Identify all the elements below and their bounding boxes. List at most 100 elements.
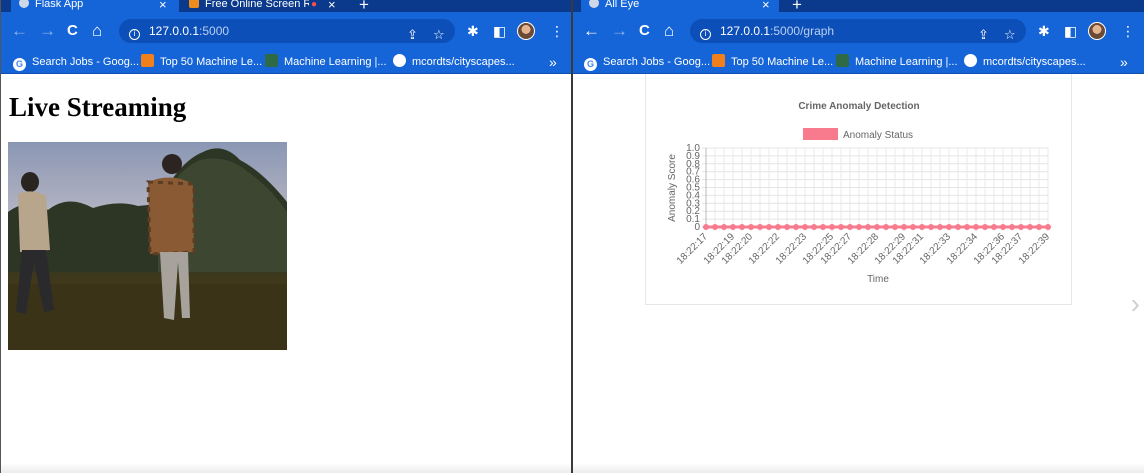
close-tab-icon[interactable]: ×	[762, 0, 770, 12]
close-tab-icon[interactable]: ×	[328, 0, 336, 12]
address-bar[interactable]: i 127.0.0.1:5000/graph ⇪ ☆	[690, 19, 1026, 43]
data-point[interactable]	[748, 224, 754, 230]
data-point[interactable]	[703, 224, 709, 230]
data-point[interactable]	[955, 224, 961, 230]
page-title: Live Streaming	[9, 92, 187, 122]
data-point[interactable]	[784, 224, 790, 230]
x-axis-label: Time	[867, 274, 889, 285]
tab-title: All Eye	[605, 0, 640, 10]
data-point[interactable]	[964, 224, 970, 230]
data-point[interactable]	[838, 224, 844, 230]
close-tab-icon[interactable]: ×	[159, 0, 167, 12]
more-bookmarks-icon[interactable]: »	[549, 54, 557, 70]
data-point[interactable]	[847, 224, 853, 230]
bookmark-cityscapes[interactable]: mcordts/cityscapes...	[964, 54, 1086, 70]
profile-avatar[interactable]	[517, 22, 535, 40]
forward-icon[interactable]: →	[39, 21, 56, 41]
bookmark-top-50-ml[interactable]: Top 50 Machine Le...	[712, 54, 833, 70]
menu-icon[interactable]: ⋮	[1121, 22, 1135, 40]
chart-card: Crime Anomaly Detection Anomaly Status 0…	[645, 74, 1072, 305]
data-point[interactable]	[865, 224, 871, 230]
data-point[interactable]	[1036, 224, 1042, 230]
data-point[interactable]	[829, 224, 835, 230]
google-icon: G	[584, 58, 597, 71]
data-point[interactable]	[775, 224, 781, 230]
profile-avatar[interactable]	[1088, 22, 1106, 40]
bookmark-search-jobs[interactable]: G Search Jobs - Goog...	[584, 54, 710, 71]
data-point[interactable]	[946, 224, 952, 230]
sidebar-icon[interactable]: ◧	[493, 22, 506, 40]
share-icon[interactable]: ⇪	[978, 23, 989, 47]
extensions-icon[interactable]: ✱	[467, 22, 479, 40]
data-point[interactable]	[991, 224, 997, 230]
reload-icon[interactable]: C	[639, 21, 650, 41]
sidebar-icon[interactable]: ◧	[1064, 22, 1077, 40]
data-point[interactable]	[973, 224, 979, 230]
data-point[interactable]	[919, 224, 925, 230]
toolbar: ← → C ⌂ i 127.0.0.1:5000 ⇪ ☆ ✱ ◧ ⋮	[1, 12, 571, 50]
bookmark-label: Machine Learning |...	[284, 56, 387, 68]
home-icon[interactable]: ⌂	[92, 21, 102, 41]
bookmark-top-50-ml[interactable]: Top 50 Machine Le...	[141, 54, 262, 70]
extensions-icon[interactable]: ✱	[1038, 22, 1050, 40]
data-point[interactable]	[757, 224, 763, 230]
back-icon[interactable]: ←	[583, 21, 600, 41]
data-point[interactable]	[1009, 224, 1015, 230]
data-point[interactable]	[1018, 224, 1024, 230]
data-point[interactable]	[820, 224, 826, 230]
reload-icon[interactable]: C	[67, 21, 78, 41]
data-point[interactable]	[883, 224, 889, 230]
forward-icon[interactable]: →	[611, 21, 628, 41]
data-point[interactable]	[739, 224, 745, 230]
data-point[interactable]	[793, 224, 799, 230]
data-point[interactable]	[721, 224, 727, 230]
y-axis-label: Anomaly Score	[667, 154, 678, 222]
tab-screen-recorder[interactable]: Free Online Screen Re	[189, 0, 309, 12]
data-point[interactable]	[730, 224, 736, 230]
url-host: 127.0.0.1	[720, 24, 771, 38]
next-arrow-icon[interactable]: ›	[1131, 288, 1140, 320]
tab-flask-app[interactable]: Flask App	[11, 0, 179, 12]
star-icon[interactable]: ☆	[433, 23, 445, 47]
data-point[interactable]	[856, 224, 862, 230]
data-point[interactable]	[982, 224, 988, 230]
star-icon[interactable]: ☆	[1004, 23, 1016, 47]
tab-title: Free Online Screen Re	[205, 0, 309, 10]
page-content: Crime Anomaly Detection Anomaly Status 0…	[573, 74, 1144, 473]
data-point[interactable]	[874, 224, 880, 230]
legend-swatch[interactable]	[803, 128, 838, 140]
more-bookmarks-icon[interactable]: »	[1120, 54, 1128, 70]
tab-all-eye[interactable]: All Eye	[581, 0, 779, 12]
page-content: Live Streaming	[1, 74, 571, 473]
menu-icon[interactable]: ⋮	[550, 22, 564, 40]
data-point[interactable]	[811, 224, 817, 230]
data-point[interactable]	[910, 224, 916, 230]
bookmark-machine-learning[interactable]: Machine Learning |...	[836, 54, 958, 70]
legend-label[interactable]: Anomaly Status	[843, 130, 913, 141]
data-point[interactable]	[712, 224, 718, 230]
bookmark-machine-learning[interactable]: Machine Learning |...	[265, 54, 387, 70]
bookmarks-bar: G Search Jobs - Goog... Top 50 Machine Le…	[573, 50, 1144, 74]
data-point[interactable]	[928, 224, 934, 230]
data-point[interactable]	[766, 224, 772, 230]
data-point[interactable]	[892, 224, 898, 230]
bookmark-search-jobs[interactable]: G Search Jobs - Goog...	[13, 54, 139, 71]
bookmark-label: Machine Learning |...	[855, 56, 958, 68]
data-point[interactable]	[1000, 224, 1006, 230]
home-icon[interactable]: ⌂	[664, 21, 674, 41]
chart-title: Crime Anomaly Detection	[798, 101, 919, 112]
data-point[interactable]	[1045, 224, 1051, 230]
site-info-icon[interactable]: i	[129, 29, 140, 40]
tab-strip: All Eye × +	[573, 0, 1144, 14]
site-info-icon[interactable]: i	[700, 29, 711, 40]
bookmark-cityscapes[interactable]: mcordts/cityscapes...	[393, 54, 515, 70]
back-icon[interactable]: ←	[11, 21, 28, 41]
data-point[interactable]	[901, 224, 907, 230]
data-point[interactable]	[802, 224, 808, 230]
data-point[interactable]	[937, 224, 943, 230]
share-icon[interactable]: ⇪	[407, 23, 418, 47]
bookmark-label: Search Jobs - Goog...	[603, 56, 710, 68]
address-bar[interactable]: i 127.0.0.1:5000 ⇪ ☆	[119, 19, 455, 43]
data-point[interactable]	[1027, 224, 1033, 230]
bookmarks-bar: G Search Jobs - Goog... Top 50 Machine Le…	[1, 50, 571, 74]
